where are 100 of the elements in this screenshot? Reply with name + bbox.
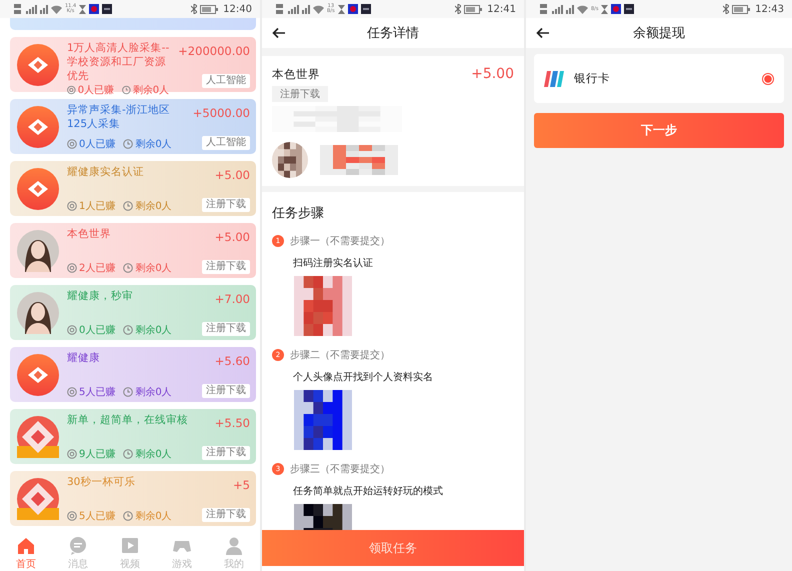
coin-icon — [67, 386, 77, 396]
app-logo-icon — [17, 354, 59, 396]
back-icon[interactable] — [272, 27, 286, 39]
app-logo-icon — [17, 168, 59, 210]
tab-bar-item[interactable]: 首页 — [6, 536, 46, 570]
coin-icon — [67, 510, 77, 520]
claim-task-button[interactable]: 领取任务 — [262, 530, 524, 566]
remaining-count: 剩余0人 — [135, 200, 172, 212]
task-card[interactable]: 1万人高清人脸采集--学校资源和工厂资源优先 0人已赚 剩余0人 +200000.00 人工智能 — [10, 37, 256, 92]
category-tag[interactable]: 人工智能 — [202, 136, 250, 150]
category-tag[interactable]: 注册下载 — [202, 508, 250, 522]
task-title: 新单，超简单，在线审核 — [67, 412, 189, 426]
reward-amount: +5.60 — [214, 354, 250, 368]
coin-icon — [67, 200, 77, 210]
clock-icon — [123, 448, 134, 458]
signal-icon — [276, 3, 310, 15]
clock-icon — [122, 84, 131, 94]
app-notification-icon — [611, 4, 622, 14]
wifi-icon — [51, 4, 62, 14]
step-description: 个人头像点开找到个人资料实名 — [293, 370, 434, 384]
wifi-icon — [313, 4, 324, 14]
task-title: 耀健康，秒审 — [67, 288, 134, 302]
hourglass-icon — [338, 4, 345, 14]
clock-icon — [123, 138, 134, 148]
radio-button[interactable] — [762, 72, 774, 84]
reward-amount: +200000.00 — [178, 44, 250, 58]
task-title: 1万人高清人脸采集--学校资源和工厂资源优先 — [67, 40, 170, 82]
clock-time: 12:40 — [223, 4, 252, 14]
home-icon — [16, 536, 36, 556]
earned-count: 1人已赚 — [79, 200, 116, 212]
back-icon[interactable] — [536, 27, 550, 39]
page-title: 任务详情 — [366, 25, 420, 42]
reward-amount: +7.00 — [214, 292, 250, 306]
coin-icon — [67, 324, 77, 334]
battery-icon — [464, 4, 482, 14]
task-card[interactable]: 耀健康 5人已赚 剩余0人 +5.60 注册下载 — [10, 347, 256, 402]
earned-count: 9人已赚 — [79, 448, 116, 460]
task-title: 本色世界 — [67, 226, 112, 240]
step-description: 任务简单就点开始运转好玩的模式 — [293, 484, 444, 498]
step-label: 步骤一（不需要提交） — [290, 234, 390, 248]
reward-amount: +5.00 — [471, 66, 514, 82]
earned-count: 5人已赚 — [79, 386, 116, 398]
wifi-icon — [577, 4, 588, 14]
battery-icon — [732, 4, 750, 14]
reward-amount: +5.00 — [214, 230, 250, 244]
earned-count: 5人已赚 — [79, 510, 116, 522]
step-label: 步骤二（不需要提交） — [290, 348, 390, 362]
task-title: 耀健康 — [67, 350, 101, 364]
category-tag[interactable]: 人工智能 — [202, 74, 250, 88]
app-notification-icon — [624, 4, 634, 14]
clock-icon — [123, 324, 134, 334]
task-card[interactable]: 耀健康实名认证 1人已赚 剩余0人 +5.00 注册下载 — [10, 161, 256, 216]
coin-icon — [67, 448, 77, 458]
task-card[interactable]: 30秒一杯可乐 5人已赚 剩余0人 +5 注册下载 — [10, 471, 256, 526]
hourglass-icon — [601, 4, 608, 14]
bluetooth-icon — [455, 4, 462, 14]
task-card[interactable]: 本色世界 2人已赚 剩余0人 +5.00 注册下载 — [10, 223, 256, 278]
remaining-count: 剩余0人 — [135, 448, 172, 460]
task-title: 本色世界 — [272, 66, 320, 82]
task-title: 异常声采集-浙江地区125人采集 — [67, 102, 171, 130]
category-tag[interactable]: 注册下载 — [202, 446, 250, 460]
clock-icon — [123, 386, 134, 396]
task-card[interactable]: 新单，超简单，在线审核 9人已赚 剩余0人 +5.50 注册下载 — [10, 409, 256, 464]
app-notification-icon — [360, 4, 371, 14]
category-tag[interactable]: 注册下载 — [202, 198, 250, 212]
task-card[interactable]: 异常声采集-浙江地区125人采集 0人已赚 剩余0人 +5000.00 人工智能 — [10, 99, 256, 154]
clock-time: 12:43 — [755, 4, 784, 14]
remaining-count: 剩余0人 — [135, 138, 172, 150]
clock-time: 12:41 — [487, 4, 516, 14]
reward-amount: +5.50 — [214, 416, 250, 430]
app-logo-icon — [17, 106, 59, 148]
app-notification-icon — [348, 4, 358, 14]
app-logo-icon — [17, 44, 59, 86]
hourglass-icon — [79, 4, 86, 14]
remaining-count: 剩余0人 — [135, 262, 172, 274]
category-tag[interactable]: 注册下载 — [202, 384, 250, 398]
bluetooth-icon — [723, 4, 730, 14]
bank-card-icon — [544, 70, 564, 86]
payment-option[interactable]: 银行卡 — [534, 54, 784, 103]
section-heading: 任务步骤 — [272, 205, 325, 222]
category-tag[interactable]: 注册下载 — [202, 322, 250, 336]
app-logo-icon — [17, 478, 59, 520]
coin-icon — [67, 262, 77, 272]
category-tag[interactable]: 注册下载 — [202, 260, 250, 274]
earned-count: 0人已赚 — [79, 138, 116, 150]
clock-icon — [123, 510, 134, 520]
category-tag: 注册下载 — [272, 86, 328, 102]
task-title: 耀健康实名认证 — [67, 164, 145, 178]
remaining-count: 剩余0人 — [135, 510, 172, 522]
app-notification-icon — [89, 4, 100, 14]
earned-count: 0人已赚 — [79, 324, 116, 336]
bluetooth-icon — [191, 4, 198, 14]
reward-amount: +5 — [233, 478, 250, 492]
task-card[interactable]: 耀健康，秒审 0人已赚 剩余0人 +7.00 注册下载 — [10, 285, 256, 340]
coin-icon — [67, 138, 77, 148]
coin-icon — [67, 84, 76, 94]
page-title: 余额提现 — [632, 25, 686, 42]
reward-amount: +5000.00 — [192, 106, 250, 120]
next-step-button[interactable]: 下一步 — [534, 113, 784, 148]
task-title: 30秒一杯可乐 — [67, 474, 136, 488]
